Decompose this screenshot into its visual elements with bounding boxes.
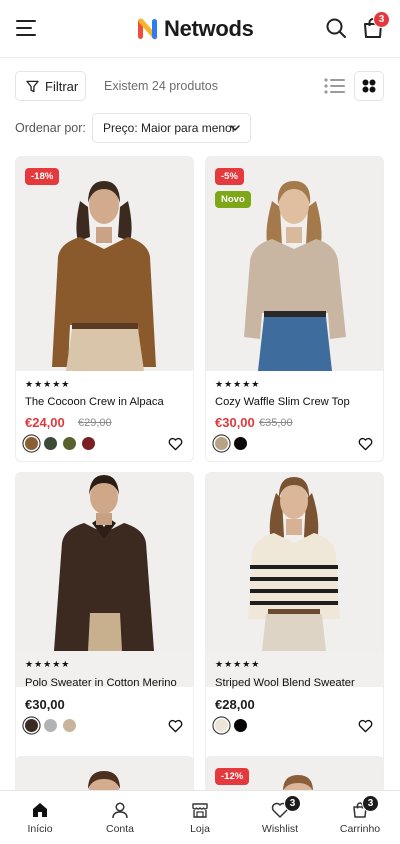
sort-value: Preço: Maior para menor xyxy=(103,121,236,135)
brand-logo-mark xyxy=(138,18,158,40)
discount-badge: -18% xyxy=(25,168,60,185)
color-swatch[interactable] xyxy=(44,719,57,732)
product-card[interactable]: ★★★★★ Striped Wool Blend Sweater €28,00 xyxy=(205,472,384,778)
product-price: €24,00 xyxy=(25,415,65,430)
filter-label: Filtrar xyxy=(45,78,79,94)
nav-label: Início xyxy=(27,823,53,835)
discount-badge: -12% xyxy=(215,768,250,785)
filter-icon xyxy=(26,80,39,92)
color-swatches xyxy=(25,719,82,732)
cart-count-badge: 3 xyxy=(373,11,390,28)
grid-view-icon xyxy=(362,79,376,93)
rating-stars: ★★★★★ xyxy=(25,379,71,389)
product-card[interactable]: -18% ★★★★★ The Cocoon Crew in Alpaca €24… xyxy=(15,156,194,462)
color-swatches xyxy=(215,719,253,732)
product-image[interactable] xyxy=(16,473,193,687)
color-swatch[interactable] xyxy=(234,719,247,732)
sort-label: Ordenar por: xyxy=(15,121,86,135)
list-view-icon[interactable] xyxy=(323,76,347,96)
product-title[interactable]: Striped Wool Blend Sweater xyxy=(215,677,355,689)
product-image[interactable]: -18% xyxy=(16,157,193,371)
color-swatch[interactable] xyxy=(63,719,76,732)
color-swatch[interactable] xyxy=(215,437,228,450)
nav-item-carrinho[interactable]: 3 Carrinho xyxy=(320,791,400,844)
search-icon[interactable] xyxy=(325,17,347,39)
rating-stars: ★★★★★ xyxy=(25,659,71,669)
color-swatch[interactable] xyxy=(63,437,76,450)
bottom-navigation: Início Conta Loja 3 Wishlist 3 Carrinho xyxy=(0,790,400,844)
product-title[interactable]: Polo Sweater in Cotton Merino xyxy=(25,677,177,689)
chevron-down-icon xyxy=(230,125,240,131)
nav-label: Loja xyxy=(190,823,210,835)
product-old-price: €29,00 xyxy=(78,417,112,429)
nav-item-loja[interactable]: Loja xyxy=(160,791,240,844)
product-image[interactable]: -5% Novo xyxy=(206,157,383,371)
product-price: €30,00 xyxy=(25,697,65,712)
color-swatches xyxy=(215,437,253,450)
product-card[interactable]: ★★★★★ Polo Sweater in Cotton Merino €30,… xyxy=(15,472,194,778)
nav-item-inicio[interactable]: Início xyxy=(0,791,80,844)
cart-button[interactable]: 3 xyxy=(361,11,390,40)
wishlist-heart-icon[interactable] xyxy=(358,719,373,733)
brand-name: Netwods xyxy=(164,16,254,41)
color-swatch[interactable] xyxy=(234,437,247,450)
rating-stars: ★★★★★ xyxy=(215,659,261,669)
color-swatches xyxy=(25,437,101,450)
results-count: Existem 24 produtos xyxy=(104,79,218,93)
product-title[interactable]: The Cocoon Crew in Alpaca xyxy=(25,396,164,408)
brand-logo[interactable]: Netwods xyxy=(137,15,254,43)
grid-view-button[interactable] xyxy=(354,71,384,101)
color-swatch[interactable] xyxy=(44,437,57,450)
home-icon xyxy=(33,803,47,817)
rating-stars: ★★★★★ xyxy=(215,379,261,389)
color-swatch[interactable] xyxy=(25,437,38,450)
product-title[interactable]: Cozy Waffle Slim Crew Top xyxy=(215,396,350,408)
nav-label: Carrinho xyxy=(339,823,381,835)
cart-nav-count-badge: 3 xyxy=(362,795,379,812)
app-header: Netwods 3 xyxy=(0,0,400,58)
color-swatch[interactable] xyxy=(25,719,38,732)
nav-item-wishlist[interactable]: 3 Wishlist xyxy=(240,791,320,844)
color-swatch[interactable] xyxy=(215,719,228,732)
nav-item-conta[interactable]: Conta xyxy=(80,791,160,844)
product-image[interactable] xyxy=(206,473,383,687)
nav-label: Conta xyxy=(105,823,135,835)
product-price: €28,00 xyxy=(215,697,255,712)
product-card[interactable]: -5% Novo ★★★★★ Cozy Waffle Slim Crew Top… xyxy=(205,156,384,462)
sort-select[interactable]: Preço: Maior para menor xyxy=(92,113,251,143)
wishlist-count-badge: 3 xyxy=(284,795,301,812)
new-badge: Novo xyxy=(215,191,251,208)
nav-label: Wishlist xyxy=(261,823,299,835)
product-price: €30,00 xyxy=(215,415,255,430)
color-swatch[interactable] xyxy=(82,437,95,450)
product-old-price: €35,00 xyxy=(259,417,293,429)
user-icon xyxy=(112,802,128,819)
wishlist-heart-icon[interactable] xyxy=(358,437,373,451)
filter-button[interactable]: Filtrar xyxy=(15,71,86,101)
wishlist-heart-icon[interactable] xyxy=(168,719,183,733)
store-icon xyxy=(192,803,208,818)
discount-badge: -5% xyxy=(215,168,244,185)
menu-icon[interactable] xyxy=(16,20,36,36)
wishlist-heart-icon[interactable] xyxy=(168,437,183,451)
